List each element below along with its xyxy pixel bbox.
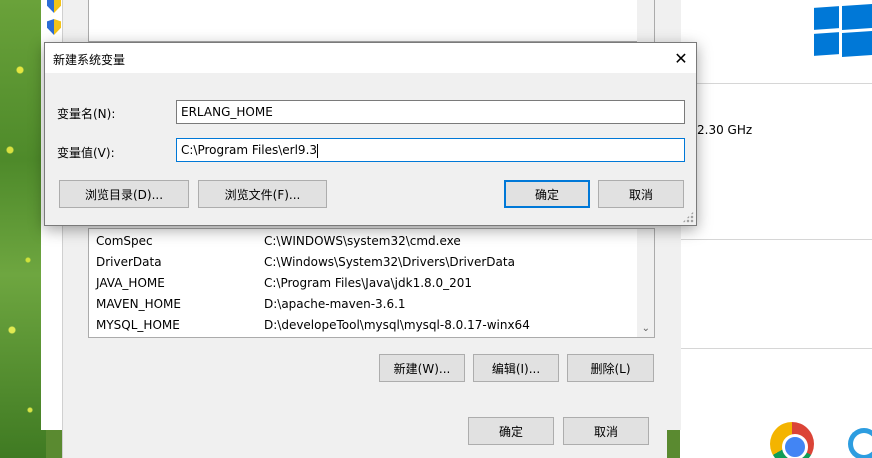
chevron-down-icon[interactable]: ⌄ [642,323,650,334]
var-value-label: 变量值(V): [57,146,115,160]
var-value: D:\apache-maven-3.6.1 [264,297,406,311]
parent-cancel-button[interactable]: 取消 [563,417,649,445]
settings-divider [680,348,872,349]
close-icon[interactable]: ✕ [666,43,696,73]
chrome-icon[interactable] [770,422,814,458]
delete-system-var-button[interactable]: 删除(L) [567,354,654,382]
user-vars-scrollbar[interactable] [637,0,654,42]
desktop-wallpaper [0,0,46,458]
browse-file-button[interactable]: 浏览文件(F)... [198,180,327,208]
var-name: MAVEN_HOME [96,297,181,311]
var-name: MYSQL_HOME [96,318,180,332]
text-caret [317,143,319,158]
var-value: C:\Windows\System32\Drivers\DriverData [264,255,515,269]
system-vars-list[interactable]: ComSpec C:\WINDOWS\system32\cmd.exe Driv… [88,228,655,338]
list-item[interactable]: JAVA_HOME C:\Program Files\Java\jdk1.8.0… [89,273,637,294]
list-item[interactable]: ComSpec C:\WINDOWS\system32\cmd.exe [89,231,637,252]
var-name: JAVA_HOME [96,276,165,290]
ie-icon[interactable] [848,428,872,458]
var-value: C:\Program Files\Java\jdk1.8.0_201 [264,276,473,290]
var-name-input[interactable]: ERLANG_HOME [176,100,685,124]
settings-divider [680,239,872,240]
parent-ok-button[interactable]: 确定 [468,417,554,445]
new-system-var-button[interactable]: 新建(W)... [379,354,465,382]
resize-grip-icon[interactable] [682,211,694,223]
settings-window [680,0,872,458]
var-name: ComSpec [96,234,153,248]
ok-button[interactable]: 确定 [504,180,590,208]
browse-directory-button[interactable]: 浏览目录(D)... [59,180,189,208]
user-vars-list[interactable] [88,0,655,42]
dialog-title: 新建系统变量 [53,53,126,67]
list-item[interactable]: MYSQL_HOME D:\developeTool\mysql\mysql-8… [89,315,637,336]
var-name-input-value: ERLANG_HOME [181,105,273,119]
windows-logo-icon [812,3,872,58]
cpu-speed-text: 2.30 GHz [697,123,753,137]
var-value-input[interactable]: C:\Program Files\erl9.3 [176,138,685,162]
shield-icon [47,0,61,13]
settings-divider [680,83,872,84]
edit-system-var-button[interactable]: 编辑(I)... [473,354,559,382]
var-value-input-value: C:\Program Files\erl9.3 [181,143,318,157]
var-name-label: 变量名(N): [57,107,116,121]
list-item[interactable]: MAVEN_HOME D:\apache-maven-3.6.1 [89,294,637,315]
var-value: D:\developeTool\mysql\mysql-8.0.17-winx6… [264,318,530,332]
shield-icon [47,19,61,35]
dialog-titlebar[interactable]: 新建系统变量 ✕ [45,43,696,73]
system-vars-scrollbar[interactable]: ⌄ [637,229,654,337]
new-system-variable-dialog: 新建系统变量 ✕ 变量名(N): ERLANG_HOME 变量值(V): C:\… [44,42,697,226]
var-value: C:\WINDOWS\system32\cmd.exe [264,234,461,248]
var-name: DriverData [96,255,162,269]
list-item[interactable]: DriverData C:\Windows\System32\Drivers\D… [89,252,637,273]
cancel-button[interactable]: 取消 [598,180,684,208]
